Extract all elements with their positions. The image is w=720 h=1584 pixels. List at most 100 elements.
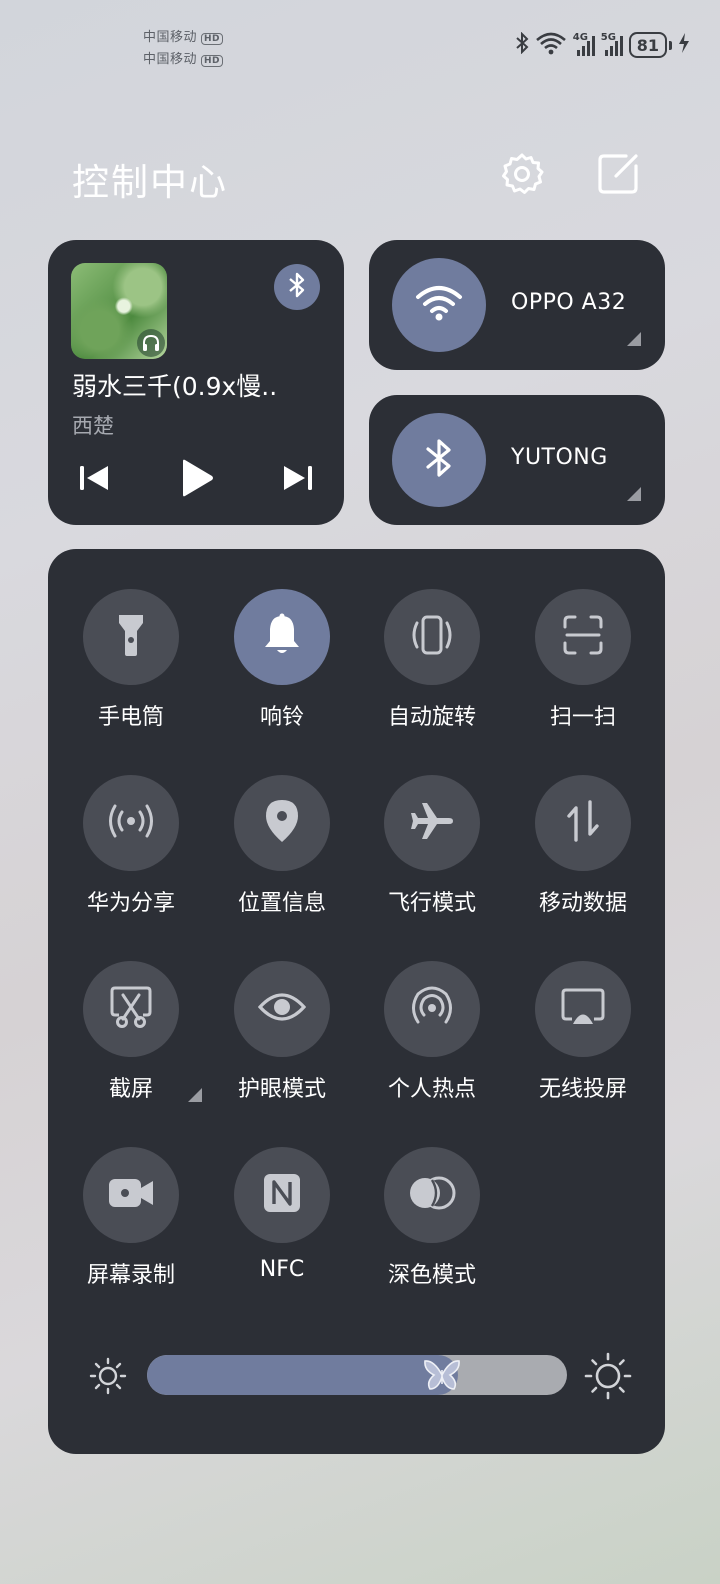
carrier-2: 中国移动 HD	[143, 48, 224, 67]
toggle-label: 扫一扫	[549, 705, 616, 730]
location-icon	[263, 798, 301, 848]
toggle-button[interactable]	[535, 589, 631, 685]
toggle-button[interactable]	[234, 1147, 330, 1243]
toggle-label: 个人热点	[387, 1077, 476, 1102]
hd-badge: HD	[201, 55, 224, 67]
status-icons: 4G 5G 81	[515, 31, 690, 59]
scan-icon	[561, 613, 605, 661]
wifi-icon	[535, 31, 567, 59]
expand-indicator[interactable]	[627, 487, 641, 501]
toggle-button[interactable]	[535, 961, 631, 1057]
next-icon	[281, 463, 315, 497]
toggle-button[interactable]	[83, 961, 179, 1057]
bluetooth-icon	[515, 31, 529, 58]
network-type-1: 4G	[572, 32, 588, 43]
toggle-label: 无线投屏	[538, 1077, 627, 1102]
toggle-button[interactable]	[83, 1147, 179, 1243]
toggle-label: 飞行模式	[387, 891, 476, 916]
quick-toggles-panel: 手电筒 响铃 自动旋转 扫一扫 华为分享 位置信息 飞行模式 移动数据 截屏 护…	[48, 549, 665, 1454]
toggle-button[interactable]	[83, 589, 179, 685]
signal-icon: 5G	[600, 32, 623, 56]
mobile-data-icon	[565, 800, 601, 846]
toggle-label: 位置信息	[237, 891, 326, 916]
toggle-auto-rotate[interactable]: 自动旋转	[361, 589, 501, 739]
toggle-airplane[interactable]: 飞行模式	[361, 775, 501, 925]
headphones-icon	[137, 329, 165, 357]
expand-indicator[interactable]	[627, 332, 641, 346]
brightness-fill	[147, 1355, 458, 1395]
wifi-toggle[interactable]	[392, 258, 486, 352]
media-card[interactable]: 弱水三千(0.9x慢.. 西楚	[48, 240, 344, 525]
charging-icon	[678, 32, 690, 58]
artist-name: 西楚	[72, 414, 114, 438]
wifi-icon	[414, 283, 464, 327]
signal-icon: 4G	[572, 32, 595, 56]
toggle-wireless-projection[interactable]: 无线投屏	[512, 961, 652, 1111]
bluetooth-card[interactable]: YUTONG	[369, 395, 665, 525]
toggle-button[interactable]	[384, 589, 480, 685]
toggle-ring[interactable]: 响铃	[211, 589, 351, 739]
battery-level: 81	[636, 35, 659, 55]
toggle-button[interactable]	[83, 775, 179, 871]
expand-indicator[interactable]	[188, 1088, 202, 1102]
bluetooth-device-label: YUTONG	[511, 445, 608, 470]
toggle-location[interactable]: 位置信息	[211, 775, 351, 925]
brightness-thumb[interactable]	[420, 1353, 464, 1397]
toggle-mobile-data[interactable]: 移动数据	[512, 775, 652, 925]
brightness-low-icon	[86, 1354, 130, 1398]
toggle-label: 深色模式	[387, 1263, 476, 1288]
previous-icon	[77, 463, 111, 497]
bluetooth-icon	[424, 436, 454, 484]
toggle-label: 屏幕录制	[86, 1263, 175, 1288]
toggle-button[interactable]	[384, 961, 480, 1057]
toggle-hotspot[interactable]: 个人热点	[361, 961, 501, 1111]
toggle-button[interactable]	[384, 1147, 480, 1243]
toggle-eye-comfort[interactable]: 护眼模式	[211, 961, 351, 1111]
next-button[interactable]	[274, 456, 322, 504]
edit-button[interactable]	[594, 152, 642, 200]
toggle-huawei-share[interactable]: 华为分享	[60, 775, 200, 925]
toggle-label: 护眼模式	[237, 1077, 326, 1102]
carrier-1-label: 中国移动	[143, 30, 198, 45]
battery-tip	[669, 40, 672, 50]
hotspot-icon	[409, 985, 455, 1033]
carrier-2-label: 中国移动	[143, 52, 198, 67]
toggle-flashlight[interactable]: 手电筒	[60, 589, 200, 739]
toggle-label: 自动旋转	[387, 705, 476, 730]
edit-icon	[596, 152, 640, 200]
battery-icon: 81	[628, 32, 667, 58]
toggle-label: 移动数据	[538, 891, 627, 916]
toggle-screenshot[interactable]: 截屏	[60, 961, 202, 1111]
toggle-button[interactable]	[234, 961, 330, 1057]
brightness-slider[interactable]	[147, 1355, 567, 1395]
toggle-scan[interactable]: 扫一扫	[512, 589, 652, 739]
bluetooth-toggle[interactable]	[392, 413, 486, 507]
hd-badge: HD	[201, 33, 224, 45]
gear-icon	[499, 151, 545, 201]
previous-button[interactable]	[70, 456, 118, 504]
screen-record-icon	[107, 1176, 155, 1214]
settings-button[interactable]	[498, 152, 546, 200]
airplane-icon	[409, 801, 455, 845]
play-button[interactable]	[172, 456, 220, 504]
toggle-button[interactable]	[535, 775, 631, 871]
toggle-screen-record[interactable]: 屏幕录制	[60, 1147, 200, 1297]
album-art[interactable]	[71, 263, 167, 359]
wifi-card[interactable]: OPPO A32	[369, 240, 665, 370]
wifi-network-label: OPPO A32	[511, 290, 627, 315]
toggle-nfc[interactable]: NFC	[211, 1147, 351, 1297]
toggle-button[interactable]	[234, 589, 330, 685]
song-title: 弱水三千(0.9x慢..	[72, 372, 278, 401]
toggle-button[interactable]	[234, 775, 330, 871]
toggle-label: 华为分享	[86, 891, 175, 916]
play-icon	[177, 458, 215, 502]
network-type-2: 5G	[600, 32, 616, 43]
dark-mode-icon	[407, 1175, 457, 1215]
audio-output-button[interactable]	[274, 264, 320, 310]
screenshot-icon	[109, 985, 153, 1033]
nfc-icon	[262, 1172, 302, 1218]
toggle-label: 响铃	[259, 705, 304, 730]
toggle-button[interactable]	[384, 775, 480, 871]
toggle-dark-mode[interactable]: 深色模式	[361, 1147, 501, 1297]
eye-icon	[257, 991, 307, 1027]
